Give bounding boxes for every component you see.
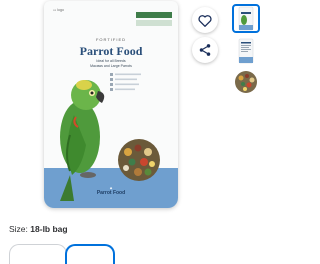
bag-title: Parrot Food xyxy=(79,44,143,58)
thumbnail-front[interactable] xyxy=(232,4,260,33)
variant-option-selected[interactable] xyxy=(65,244,115,264)
bag-fortified-label: FORTIFIED xyxy=(95,37,127,42)
bag-brand-logo: ▭ logo xyxy=(53,8,64,12)
product-bag: ▭ logo FORTIFIED Parrot Food Ideal for a… xyxy=(44,1,178,208)
thumbnail-kibble-image xyxy=(235,71,257,93)
seed-mix-illustration xyxy=(118,139,160,181)
share-button[interactable] xyxy=(192,37,218,63)
thumbnail-front-image xyxy=(238,6,254,31)
favorite-button[interactable] xyxy=(192,7,218,33)
product-main-image[interactable]: ▭ logo FORTIFIED Parrot Food Ideal for a… xyxy=(0,0,230,212)
size-value: 18-lb bag xyxy=(30,224,68,234)
share-icon xyxy=(199,44,211,56)
bag-subline: Macaws and Large Parrots xyxy=(90,64,132,68)
size-label: Size: xyxy=(9,224,28,234)
thumbnail-back-image xyxy=(238,38,254,64)
parrot-illustration xyxy=(60,80,105,201)
thumbnail-kibble[interactable] xyxy=(232,68,260,96)
variant-option[interactable] xyxy=(9,244,67,264)
heart-icon xyxy=(198,14,212,27)
bag-tagline: Ideal for all Breeds xyxy=(96,59,126,63)
bag-ribbon-primary xyxy=(136,12,172,18)
size-selection: Size: 18-lb bag xyxy=(9,224,68,234)
bag-ribbon-secondary xyxy=(136,20,172,26)
thumbnail-back[interactable] xyxy=(232,37,260,65)
